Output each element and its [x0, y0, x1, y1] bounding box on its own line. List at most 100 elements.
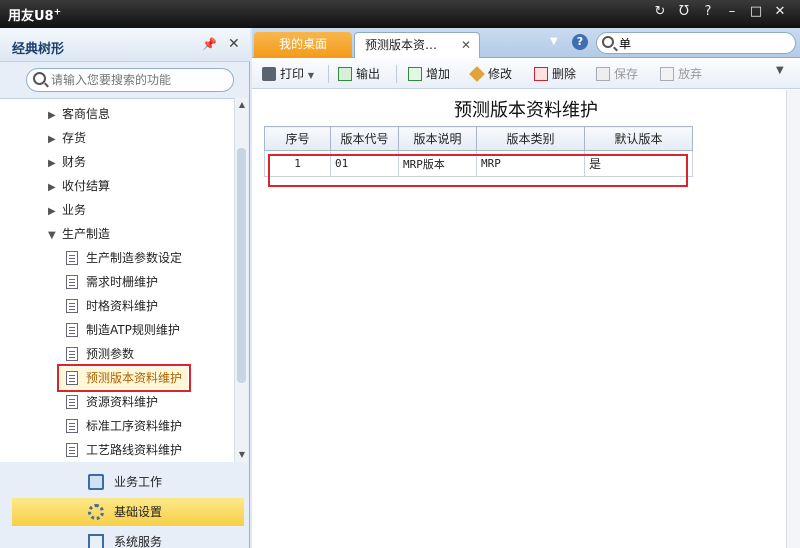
title-bar: 用友U8+ ↻ Ʊ ? – □ ✕ [0, 0, 800, 28]
edit-button[interactable]: 修改 [469, 64, 512, 84]
tree-item-demand-fence[interactable]: 需求时栅维护 [66, 271, 158, 293]
save-button[interactable]: 保存 [596, 64, 638, 84]
tree-item-atp-rule[interactable]: 制造ATP规则维护 [66, 319, 180, 341]
scroll-up-icon[interactable]: ▲ [235, 98, 249, 112]
tree-scrollbar[interactable]: ▲ ▼ [234, 98, 248, 462]
function-tree: ▶ 客商信息 ▶ 存货 ▶ 财务 ▶ 收付结算 ▶ 业务 ▼ 生产制造 生产制造参数设定 需… [0, 98, 234, 462]
tree-item-forecast-version[interactable]: 预测版本资料维护 [56, 364, 192, 392]
export-button[interactable]: 输出 [338, 64, 380, 84]
function-search-box[interactable] [26, 68, 234, 92]
col-header-version-desc[interactable]: 版本说明 [398, 126, 477, 151]
document-icon [66, 395, 78, 409]
page-title: 预测版本资料维护 [454, 100, 598, 121]
document-icon [66, 251, 78, 265]
search-icon [33, 72, 46, 85]
tree-item-standard-operation[interactable]: 标准工序资料维护 [66, 415, 182, 437]
help-icon[interactable]: ? [572, 34, 588, 50]
col-header-seq[interactable]: 序号 [264, 126, 331, 151]
document-icon [66, 275, 78, 289]
tree-item-manufacturing[interactable]: ▼ 生产制造 [48, 223, 110, 245]
skin-icon[interactable]: Ʊ [674, 4, 694, 19]
briefcase-icon [88, 474, 104, 490]
cell-seq[interactable]: 1 [264, 150, 331, 177]
delete-button[interactable]: 删除 [534, 64, 576, 84]
col-header-version-type[interactable]: 版本类别 [476, 126, 585, 151]
left-panel-title: 经典树形 [12, 42, 65, 57]
tab-close-icon[interactable]: ✕ [461, 33, 471, 58]
toolbar: 打印 ▼ 输出 增加 修改 删除 保存 放弃 ▼ [252, 59, 800, 89]
tree-item-time-bucket[interactable]: 时格资料维护 [66, 295, 158, 317]
gear-icon [88, 504, 104, 520]
cell-version-code[interactable]: 01 [330, 150, 399, 177]
left-panel-header: 经典树形 📌 ✕ [0, 28, 250, 62]
service-icon [88, 534, 104, 548]
function-search-input[interactable] [51, 71, 229, 89]
print-icon [262, 67, 276, 81]
top-search-input[interactable] [619, 35, 789, 51]
export-icon [338, 67, 352, 81]
tree-item-finance[interactable]: ▶ 财务 [48, 151, 86, 173]
chevron-right-icon[interactable]: ▶ [48, 129, 62, 151]
close-icon[interactable]: ✕ [228, 36, 240, 52]
chevron-down-icon[interactable]: ▼ [48, 225, 62, 247]
col-header-version-code[interactable]: 版本代号 [330, 126, 399, 151]
nav-system-service[interactable]: 系统服务 [12, 528, 244, 548]
table-row[interactable]: 1 01 MRP版本 MRP 是 [264, 150, 693, 177]
left-panel: 经典树形 📌 ✕ ▶客商信息 ▶存货 ▶财务 ▶收付结算 ▶业务 ▼生产制造 生… [0, 28, 250, 548]
chevron-down-icon[interactable]: ▼ [308, 71, 314, 80]
print-button[interactable]: 打印 ▼ [262, 64, 314, 84]
document-icon [66, 299, 78, 313]
col-header-default-version[interactable]: 默认版本 [584, 126, 693, 151]
delete-icon [534, 67, 548, 81]
app-logo: 用友U8+ [8, 7, 62, 24]
pin-icon[interactable]: 📌 [202, 37, 217, 51]
forecast-version-table: 序号 版本代号 版本说明 版本类别 默认版本 1 01 MRP版本 MRP 是 [264, 126, 693, 177]
tree-item-settlement[interactable]: ▶ 收付结算 [48, 175, 110, 197]
document-icon [66, 347, 78, 361]
discard-button[interactable]: 放弃 [660, 64, 702, 84]
document-icon [66, 443, 78, 457]
main-scrollbar[interactable] [786, 90, 800, 548]
maximize-icon[interactable]: □ [746, 4, 766, 19]
chevron-right-icon[interactable]: ▶ [48, 105, 62, 127]
tree-item-mfg-params[interactable]: 生产制造参数设定 [66, 247, 182, 269]
scroll-down-icon[interactable]: ▼ [235, 448, 249, 462]
tree-item-business[interactable]: ▶ 业务 [48, 199, 86, 221]
tab-my-desktop[interactable]: 我的桌面 [254, 32, 352, 58]
cell-default-version[interactable]: 是 [584, 150, 693, 177]
chevron-right-icon[interactable]: ▶ [48, 201, 62, 223]
minimize-icon[interactable]: – [722, 4, 742, 19]
nav-basic-settings[interactable]: 基础设置 [12, 498, 244, 526]
document-icon [66, 419, 78, 433]
tab-bar: 我的桌面 预测版本资… ✕ ▼ ? [252, 28, 800, 58]
add-button[interactable]: 增加 [408, 64, 450, 84]
main-panel: 我的桌面 预测版本资… ✕ ▼ ? 打印 ▼ 输出 增加 修改 删除 保存 放弃… [252, 28, 800, 548]
discard-icon [660, 67, 674, 81]
tree-item-customer-supplier[interactable]: ▶ 客商信息 [48, 103, 110, 125]
tab-forecast-version[interactable]: 预测版本资… ✕ [354, 32, 480, 58]
cell-version-type[interactable]: MRP [476, 150, 585, 177]
tree-item-inventory[interactable]: ▶ 存货 [48, 127, 86, 149]
tree-item-routing[interactable]: 工艺路线资料维护 [66, 439, 182, 461]
cell-version-desc[interactable]: MRP版本 [398, 150, 477, 177]
chevron-right-icon[interactable]: ▶ [48, 153, 62, 175]
help-title-icon[interactable]: ? [698, 4, 718, 19]
add-icon [408, 67, 422, 81]
chevron-right-icon[interactable]: ▶ [48, 177, 62, 199]
refresh-icon[interactable]: ↻ [650, 4, 670, 19]
save-icon [596, 67, 610, 81]
window-close-icon[interactable]: ✕ [770, 4, 790, 19]
tree-item-resource[interactable]: 资源资料维护 [66, 391, 158, 413]
toolbar-divider [396, 65, 397, 83]
scroll-thumb[interactable] [237, 148, 246, 383]
nav-business-work[interactable]: 业务工作 [12, 468, 244, 496]
toolbar-more-icon[interactable]: ▼ [776, 65, 784, 76]
tab-list-dropdown-icon[interactable]: ▼ [550, 36, 558, 47]
tree-item-forecast-params[interactable]: 预测参数 [66, 343, 134, 365]
edit-icon [469, 66, 485, 82]
document-icon [66, 371, 78, 385]
search-icon [602, 36, 614, 48]
document-icon [66, 323, 78, 337]
toolbar-divider [328, 65, 329, 83]
top-search-box[interactable] [596, 32, 796, 54]
